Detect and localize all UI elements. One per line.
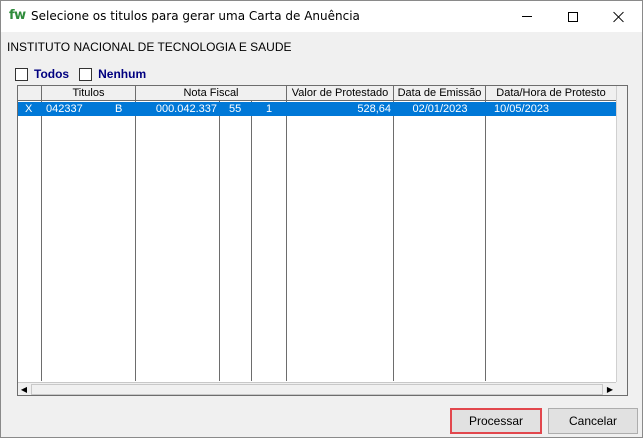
column-divider: [393, 101, 394, 381]
header-nota-fiscal[interactable]: Nota Fiscal: [136, 86, 287, 101]
horizontal-scroll-thumb[interactable]: [31, 384, 603, 395]
close-button[interactable]: [596, 1, 642, 32]
scroll-left-button[interactable]: ◀: [18, 383, 30, 395]
column-divider: [41, 101, 42, 381]
company-name-label: INSTITUTO NACIONAL DE TECNOLOGIA E SAUDE: [7, 40, 292, 54]
todos-checkbox[interactable]: Todos: [15, 67, 69, 81]
close-icon: [613, 11, 625, 23]
processar-button[interactable]: Processar: [450, 408, 542, 434]
header-data-hora-protesto[interactable]: Data/Hora de Protesto: [486, 86, 617, 101]
column-divider: [251, 101, 252, 381]
header-data-emissao[interactable]: Data de Emissão: [394, 86, 486, 101]
cell-data-hora-protesto: 10/05/2023: [494, 103, 550, 115]
todos-checkbox-box[interactable]: [15, 67, 28, 81]
title-bar: fw Selecione os titulos para gerar uma C…: [1, 1, 642, 32]
cell-nota-fiscal: 000.042.337: [155, 103, 217, 115]
dialog-window: fw Selecione os titulos para gerar uma C…: [0, 0, 643, 438]
maximize-button[interactable]: [550, 1, 596, 32]
table-row-selected[interactable]: X 042337 B 000.042.337 55 1 528,64 02/01…: [18, 102, 618, 116]
column-divider: [135, 101, 136, 381]
nenhum-checkbox[interactable]: Nenhum: [79, 67, 146, 81]
selection-options: Todos Nenhum: [15, 67, 156, 81]
cell-valor-protestado: 528,64: [357, 103, 391, 115]
header-valor-protestado[interactable]: Valor de Protestado: [287, 86, 394, 101]
horizontal-scrollbar[interactable]: ◀ ▶: [18, 382, 616, 395]
nenhum-label[interactable]: Nenhum: [98, 67, 146, 81]
arrow-left-icon: ◀: [20, 384, 28, 394]
nenhum-checkbox-box[interactable]: [79, 67, 93, 81]
column-divider: [219, 101, 220, 381]
cell-seq: 1: [266, 103, 273, 115]
cell-data-emissao: 02/01/2023: [412, 103, 468, 115]
column-divider: [485, 101, 486, 381]
header-mark: [18, 86, 42, 101]
app-logo-icon: fw: [9, 8, 26, 23]
cell-serie: 55: [229, 103, 242, 115]
minimize-icon: [522, 16, 532, 17]
vertical-scrollbar[interactable]: [616, 86, 627, 382]
arrow-right-icon: ▶: [606, 384, 614, 394]
window-title: Selecione os titulos para gerar uma Cart…: [31, 9, 360, 23]
header-titulos[interactable]: Titulos: [42, 86, 136, 101]
todos-label[interactable]: Todos: [34, 67, 69, 81]
maximize-icon: [568, 11, 578, 22]
cell-titulo: 042337: [46, 103, 83, 115]
cancelar-button[interactable]: Cancelar: [548, 408, 638, 434]
column-divider: [286, 101, 287, 381]
scroll-right-button[interactable]: ▶: [604, 383, 616, 395]
minimize-button[interactable]: [504, 1, 550, 32]
scrollbar-corner: [616, 382, 627, 395]
titles-grid[interactable]: Titulos Nota Fiscal Valor de Protestado …: [17, 85, 628, 396]
row-mark[interactable]: X: [25, 102, 32, 116]
cell-parcela: B: [115, 103, 123, 115]
